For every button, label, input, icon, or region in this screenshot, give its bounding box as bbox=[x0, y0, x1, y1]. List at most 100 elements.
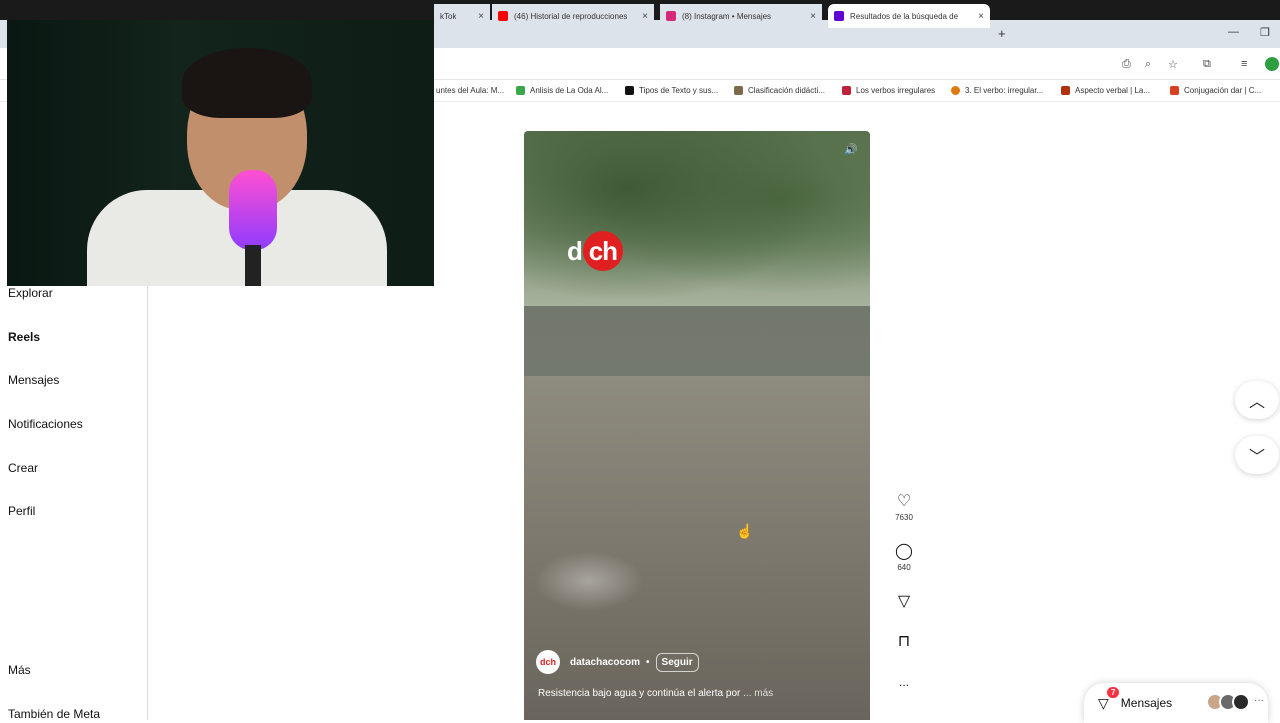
sidebar-item-perfil[interactable]: Perfil bbox=[8, 504, 35, 518]
bookmark-label: Tipos de Texto y sus... bbox=[639, 86, 719, 95]
chevron-down-icon: ﹀ bbox=[1248, 449, 1265, 466]
sidebar-item-explorar[interactable]: Explorar bbox=[8, 286, 53, 300]
bookmark-item[interactable]: Los verbos irregulares bbox=[842, 86, 935, 95]
paper-plane-icon: ▽ 7 bbox=[1098, 686, 1120, 712]
bookmark-label: Los verbos irregulares bbox=[856, 86, 936, 95]
more-dots-icon: ··· bbox=[1254, 695, 1264, 706]
comment-button[interactable]: ◯ 640 bbox=[893, 543, 915, 572]
zoom-icon[interactable]: ⌕ bbox=[1145, 58, 1151, 71]
more-options-button[interactable]: ... bbox=[893, 673, 915, 691]
reel-caption: Resistencia bajo agua y continúa el aler… bbox=[538, 688, 773, 699]
tab-instagram[interactable]: (8) Instagram • Mensajes × bbox=[660, 4, 822, 28]
heart-icon: ♡ bbox=[896, 493, 912, 510]
chevron-up-icon: ︿ bbox=[1248, 394, 1265, 411]
sidebar-item-crear[interactable]: Crear bbox=[8, 461, 38, 475]
hand-cursor-icon: ☝ bbox=[736, 523, 754, 539]
tab-youtube[interactable]: (46) Historial de reproducciones × bbox=[492, 4, 654, 28]
youtube-icon bbox=[498, 11, 508, 21]
sidebar-item-mensajes[interactable]: Mensajes bbox=[8, 373, 59, 387]
messages-label: Mensajes bbox=[1120, 696, 1173, 710]
tab-title: kTok bbox=[440, 11, 457, 21]
comment-count: 640 bbox=[897, 563, 911, 572]
more-dots-icon: ... bbox=[898, 675, 909, 689]
paper-plane-icon: ▽ bbox=[897, 593, 911, 610]
profile-avatar[interactable] bbox=[1265, 57, 1279, 71]
close-icon[interactable]: × bbox=[810, 11, 816, 22]
reel-author-row: dch datachacocom • Seguir bbox=[536, 650, 699, 674]
previous-reel-button[interactable]: ︿ bbox=[1235, 381, 1279, 419]
instagram-icon bbox=[666, 11, 676, 21]
watermark-letter: d bbox=[567, 236, 583, 266]
tab-title: Resultados de la búsqueda de bbox=[850, 11, 959, 21]
close-icon[interactable]: × bbox=[642, 11, 648, 22]
speaker-icon[interactable]: 🔊 bbox=[844, 143, 858, 156]
caption-more-link[interactable]: más bbox=[754, 688, 773, 699]
messages-pill[interactable]: ▽ 7 Mensajes ··· bbox=[1084, 683, 1268, 723]
yahoo-icon bbox=[834, 11, 844, 21]
author-name[interactable]: datachacocom bbox=[570, 657, 640, 668]
bookmark-icon bbox=[1061, 86, 1070, 95]
bookmark-icon bbox=[516, 86, 525, 95]
bookmark-icon bbox=[734, 86, 743, 95]
bookmark-item[interactable]: Clasificación didácti... bbox=[734, 86, 825, 95]
tab-title: (8) Instagram • Mensajes bbox=[682, 11, 772, 21]
media-control-icon[interactable]: ≡ bbox=[1241, 58, 1247, 70]
bookmark-item[interactable]: Conjugación dar | C... bbox=[1170, 86, 1261, 95]
watermark-badge: ch bbox=[582, 231, 623, 271]
bookmark-item[interactable]: Aspecto verbal | La... bbox=[1061, 86, 1150, 95]
new-tab-button[interactable]: + bbox=[998, 26, 1006, 41]
instagram-sidebar: Explorar Reels Mensajes Notificaciones C… bbox=[0, 286, 148, 721]
bookmark-label: Clasificación didácti... bbox=[748, 86, 825, 95]
dch-watermark-logo: d ch bbox=[567, 231, 623, 271]
follow-button[interactable]: Seguir bbox=[655, 652, 699, 672]
bookmark-label: Aspecto verbal | La... bbox=[1075, 86, 1151, 95]
webcam-overlay bbox=[7, 20, 434, 286]
tab-tiktok[interactable]: kTok × bbox=[434, 4, 490, 28]
author-avatar[interactable]: dch bbox=[536, 650, 560, 674]
bookmark-icon bbox=[625, 86, 634, 95]
close-icon[interactable]: × bbox=[478, 11, 484, 22]
sidebar-item-notificaciones[interactable]: Notificaciones bbox=[8, 417, 83, 431]
video-building bbox=[524, 306, 870, 376]
bookmark-star-icon[interactable]: ☆ bbox=[1168, 58, 1178, 71]
bookmark-label: Conjugación dar | C... bbox=[1184, 86, 1262, 95]
microphone-stand bbox=[245, 245, 261, 286]
sidebar-item-mas[interactable]: Más bbox=[8, 663, 31, 677]
minimize-icon[interactable]: — bbox=[1228, 26, 1239, 38]
recent-contacts bbox=[1206, 693, 1250, 711]
separator: • bbox=[646, 656, 650, 668]
tab-yahoo[interactable]: Resultados de la búsqueda de × bbox=[828, 4, 990, 28]
next-reel-button[interactable]: ﹀ bbox=[1235, 436, 1279, 474]
unread-badge: 7 bbox=[1107, 686, 1120, 698]
restore-icon[interactable]: ❐ bbox=[1260, 26, 1270, 39]
bookmark-item[interactable]: 3. El verbo: irregular... bbox=[951, 86, 1043, 95]
video-trees bbox=[524, 131, 870, 321]
bookmark-icon: ⊓ bbox=[897, 633, 911, 650]
sidebar-item-tambien-de-meta[interactable]: También de Meta bbox=[8, 707, 100, 721]
install-app-icon[interactable]: ⎙ bbox=[1122, 58, 1131, 71]
like-count: 7630 bbox=[895, 513, 913, 522]
caption-ellipsis: ... bbox=[743, 688, 755, 699]
avatar bbox=[1232, 693, 1250, 711]
reel-video[interactable]: d ch 🔊 dch datachacocom • Seguir Resisten… bbox=[524, 131, 870, 720]
like-button[interactable]: ♡ 7630 bbox=[893, 493, 915, 522]
video-water-reflection bbox=[534, 551, 644, 611]
save-button[interactable]: ⊓ bbox=[893, 633, 915, 651]
sidebar-item-reels[interactable]: Reels bbox=[8, 330, 40, 344]
bookmark-label: untes del Aula: M... bbox=[436, 86, 505, 95]
bookmark-item[interactable]: Anlisis de La Oda Al... bbox=[516, 86, 608, 95]
bookmark-icon bbox=[951, 86, 960, 95]
bookmark-item[interactable]: Tipos de Texto y sus... bbox=[625, 86, 718, 95]
bookmark-icon bbox=[1170, 86, 1179, 95]
webcam-person-hair bbox=[182, 48, 312, 118]
tab-title: (46) Historial de reproducciones bbox=[514, 11, 628, 21]
bookmark-icon bbox=[842, 86, 851, 95]
bookmark-label: Anlisis de La Oda Al... bbox=[530, 86, 609, 95]
close-icon[interactable]: × bbox=[978, 11, 984, 22]
microphone bbox=[229, 170, 277, 250]
bookmark-item[interactable]: untes del Aula: M... bbox=[436, 86, 504, 95]
extensions-icon[interactable]: ⧉ bbox=[1203, 58, 1211, 71]
share-button[interactable]: ▽ bbox=[893, 593, 915, 611]
caption-text: Resistencia bajo agua y continúa el aler… bbox=[538, 688, 741, 699]
comment-icon: ◯ bbox=[895, 543, 913, 560]
